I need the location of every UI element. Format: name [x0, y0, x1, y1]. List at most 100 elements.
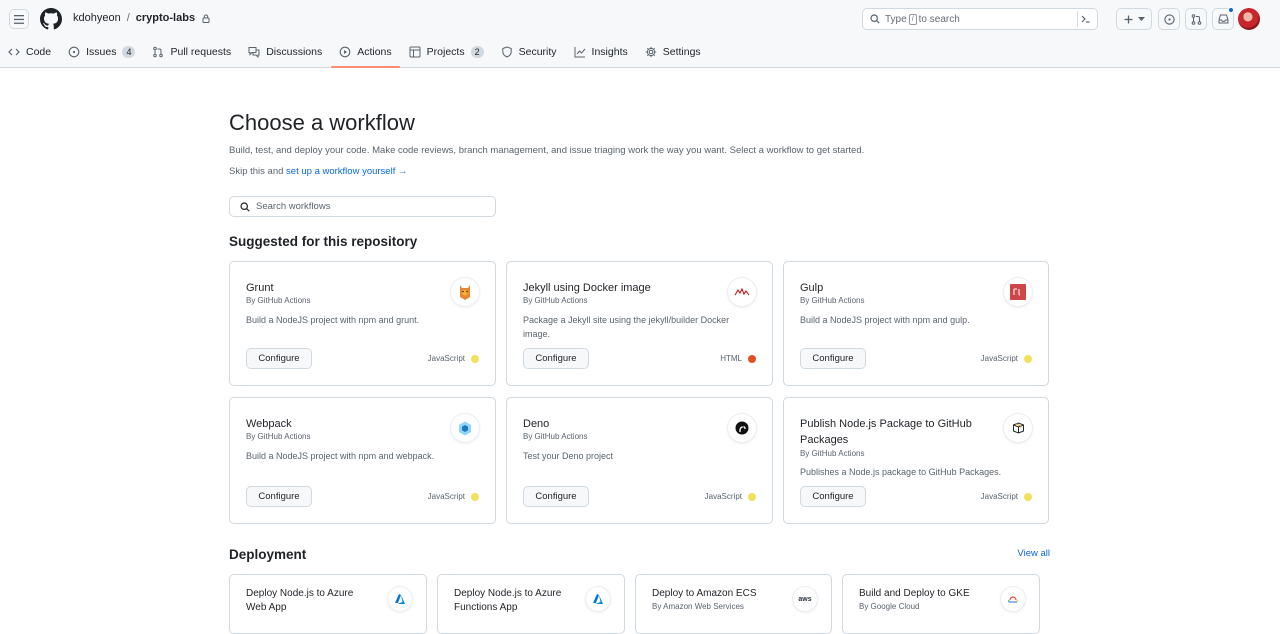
tab-security[interactable]: Security [493, 38, 565, 66]
workflow-card-gulp: Gulp By GitHub Actions Build a NodeJS pr… [783, 261, 1049, 386]
workflow-search-placeholder: Search workflows [256, 201, 331, 212]
tab-label: Issues [86, 46, 117, 58]
skip-prefix: Skip this and [229, 166, 284, 177]
configure-button[interactable]: Configure [523, 348, 589, 369]
configure-button[interactable]: Configure [800, 348, 866, 369]
language-color-dot [471, 354, 479, 363]
notification-dot [1228, 7, 1234, 13]
workflow-name: Deploy Node.js to Azure Web App [246, 588, 354, 613]
language-indicator: HTML [720, 354, 756, 363]
pull-requests-button[interactable] [1185, 8, 1207, 30]
configure-button[interactable]: Configure [523, 486, 589, 507]
search-shortcut-key: / [908, 13, 917, 25]
language-indicator: JavaScript [428, 354, 479, 363]
workflow-name: Deno [523, 418, 550, 430]
language-indicator: JavaScript [705, 492, 756, 501]
repo-link[interactable]: crypto-labs [136, 12, 195, 24]
language-indicator: JavaScript [428, 492, 479, 501]
view-all-deployment-link[interactable]: View all [1017, 548, 1050, 559]
workflow-name: Build and Deploy to GKE [859, 588, 970, 599]
workflow-author: By GitHub Actions [800, 449, 865, 458]
search-icon [870, 14, 880, 24]
workflow-name: Gulp [800, 282, 824, 294]
workflow-name: Webpack [246, 418, 292, 430]
language-color-dot [1024, 354, 1032, 363]
workflow-card-amazon-ecs: Deploy to Amazon ECS By Amazon Web Servi… [635, 574, 832, 634]
configure-button[interactable]: Configure [800, 486, 866, 507]
table-icon [409, 46, 421, 58]
workflow-search-input[interactable]: Search workflows [229, 196, 496, 217]
lock-icon [202, 14, 210, 23]
configure-button[interactable]: Configure [246, 348, 312, 369]
create-new-button[interactable] [1116, 8, 1152, 30]
workflow-name: Publish Node.js Package to GitHub Packag… [800, 418, 972, 446]
github-logo-icon[interactable] [40, 8, 62, 30]
workflow-description: Package a Jekyll site using the jekyll/b… [523, 315, 730, 339]
issue-opened-icon [1163, 13, 1175, 25]
suggested-grid: Grunt By GitHub Actions Build a NodeJS p… [229, 261, 1050, 524]
gke-logo-icon [1001, 587, 1025, 611]
pull-request-icon [153, 46, 164, 58]
setup-workflow-link[interactable]: set up a workflow yourself → [286, 166, 407, 177]
language-name: JavaScript [704, 492, 742, 501]
workflow-name: Deploy to Amazon ECS [652, 588, 757, 599]
webpack-logo-icon [451, 414, 479, 442]
configure-button[interactable]: Configure [246, 486, 312, 507]
aws-logo-text: aws [798, 595, 812, 603]
azure-logo-icon [388, 587, 412, 611]
plus-icon [1124, 15, 1132, 23]
breadcrumb: kdohyeon / crypto-labs [73, 12, 210, 24]
tab-label: Insights [591, 46, 628, 58]
language-indicator: JavaScript [981, 492, 1032, 501]
play-icon [339, 46, 351, 58]
workflow-description: Build a NodeJS project with npm and grun… [246, 315, 420, 325]
language-color-dot [1024, 492, 1032, 501]
workflow-author: By GitHub Actions [523, 432, 588, 441]
triangle-down-icon [1137, 17, 1145, 21]
tab-actions[interactable]: Actions [331, 38, 401, 68]
workflow-description: Publishes a Node.js package to GitHub Pa… [800, 467, 1002, 477]
language-color-dot [748, 492, 756, 501]
workflow-author: By Google Cloud [859, 602, 920, 611]
tab-label: Discussions [266, 46, 323, 58]
azure-logo-icon [586, 587, 610, 611]
code-icon [8, 48, 20, 56]
menu-button[interactable] [9, 9, 29, 29]
workflow-name: Jekyll using Docker image [523, 282, 651, 294]
tab-projects[interactable]: Projects 2 [401, 38, 492, 66]
page-subtitle: Build, test, and deploy your code. Make … [229, 145, 865, 156]
language-color-dot [748, 354, 756, 363]
search-icon [240, 201, 250, 212]
deployment-grid: Deploy Node.js to Azure Web App Deploy N… [229, 574, 1050, 634]
repo-tabs: Code Issues 4 Pull requests Discussions … [0, 38, 710, 68]
shield-icon [501, 46, 512, 58]
issues-button[interactable] [1158, 8, 1180, 30]
workflow-card-publish-nodejs: Publish Node.js Package to GitHub Packag… [783, 397, 1049, 524]
workflow-card-azure-web-app: Deploy Node.js to Azure Web App [229, 574, 427, 634]
app-header: kdohyeon / crypto-labs Type / to search [0, 0, 1280, 68]
language-name: JavaScript [980, 492, 1018, 501]
tab-insights[interactable]: Insights [566, 38, 636, 66]
language-name: HTML [720, 354, 742, 363]
projects-count-badge: 2 [470, 46, 484, 58]
issue-icon [68, 46, 80, 58]
tab-pull-requests[interactable]: Pull requests [144, 38, 239, 66]
tab-issues[interactable]: Issues 4 [60, 38, 143, 66]
command-palette-icon[interactable] [1077, 11, 1093, 27]
global-search[interactable]: Type / to search [862, 8, 1098, 30]
tab-label: Actions [357, 46, 392, 58]
tab-label: Security [518, 46, 557, 58]
workflow-author: By GitHub Actions [246, 432, 311, 441]
user-avatar[interactable] [1238, 8, 1260, 30]
top-bar: kdohyeon / crypto-labs Type / to search [0, 0, 1280, 38]
tab-settings[interactable]: Settings [637, 38, 709, 66]
workflow-card-grunt: Grunt By GitHub Actions Build a NodeJS p… [229, 261, 496, 386]
tab-discussions[interactable]: Discussions [240, 38, 330, 66]
inbox-icon [1218, 14, 1228, 24]
workflow-author: By Amazon Web Services [652, 602, 744, 611]
hamburger-icon [14, 14, 24, 24]
tab-code[interactable]: Code [0, 38, 59, 66]
owner-link[interactable]: kdohyeon [73, 12, 121, 24]
aws-logo-icon: aws [793, 587, 817, 611]
search-prefix: Type [885, 13, 907, 25]
